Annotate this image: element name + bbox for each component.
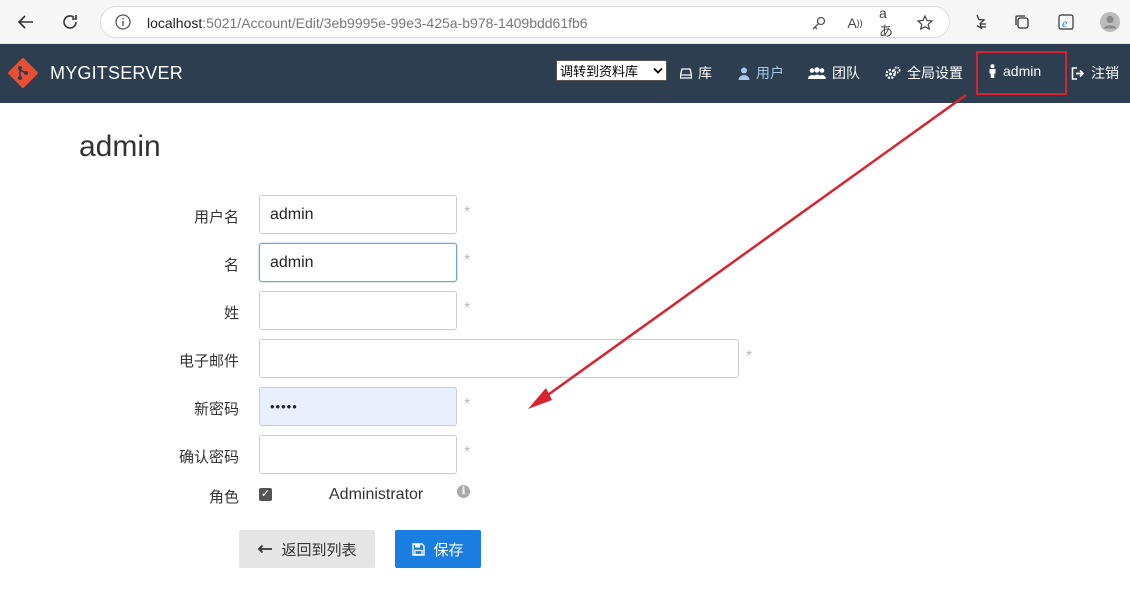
user-icon <box>738 67 750 80</box>
profile-avatar-icon[interactable] <box>1096 8 1124 36</box>
info-icon[interactable] <box>115 14 131 35</box>
nav-users[interactable]: 用户 <box>738 63 784 83</box>
collections-icon[interactable] <box>1008 8 1036 36</box>
surname-label: 姓 <box>223 305 239 322</box>
translate-icon[interactable]: aあ <box>879 5 899 39</box>
confirm-password-label: 确认密码 <box>178 449 239 466</box>
given-name-label: 名 <box>223 257 239 274</box>
repository-jump-select[interactable]: 调转到资料库 <box>556 60 667 81</box>
sign-out-icon <box>1071 66 1085 80</box>
edge-ie-mode-icon[interactable]: e <box>1052 8 1080 36</box>
back-arrow-icon[interactable] <box>12 8 40 36</box>
app-navbar: MYGITSERVER 调转到资料库 库 用户 团队 全局设置 admin 注销 <box>0 44 1130 103</box>
new-password-input[interactable]: ••••• <box>259 387 457 426</box>
administrator-checkbox[interactable]: ✓ <box>259 488 272 501</box>
nav-logout[interactable]: 注销 <box>1071 63 1119 83</box>
browser-toolbar: localhost:5021/Account/Edit/3eb9995e-99e… <box>0 0 1130 44</box>
username-input[interactable]: admin <box>259 195 457 234</box>
administrator-option-label[interactable]: Administrator <box>329 486 423 504</box>
save-button[interactable]: 保存 <box>395 530 481 568</box>
hdd-icon <box>680 68 692 79</box>
nav-teams[interactable]: 团队 <box>808 63 860 83</box>
chevron-down-icon <box>653 67 663 74</box>
info-circle-icon[interactable]: i <box>457 485 470 498</box>
svg-text:e: e <box>1062 16 1068 30</box>
nav-global-settings[interactable]: 全局设置 <box>885 63 963 83</box>
page-title: admin <box>79 130 161 163</box>
required-mark: * <box>746 348 753 365</box>
role-label: 角色 <box>208 489 239 506</box>
nav-repos[interactable]: 库 <box>680 63 712 83</box>
email-label: 电子邮件 <box>178 353 239 370</box>
key-icon[interactable] <box>809 13 829 33</box>
read-aloud-icon[interactable]: A)) <box>845 13 865 33</box>
favorite-add-icon[interactable] <box>915 13 935 33</box>
cogs-icon <box>885 66 901 80</box>
required-mark: * <box>464 300 471 317</box>
url-text[interactable]: localhost:5021/Account/Edit/3eb9995e-99e… <box>147 15 588 31</box>
annotation-highlight-box <box>976 51 1067 95</box>
surname-input[interactable] <box>259 291 457 330</box>
floppy-disk-icon <box>412 542 426 556</box>
users-icon <box>808 66 826 79</box>
address-bar[interactable]: localhost:5021/Account/Edit/3eb9995e-99e… <box>100 5 950 39</box>
confirm-password-input[interactable] <box>259 435 457 474</box>
brand-name: MYGITSERVER <box>50 62 183 83</box>
arrow-left-icon <box>258 544 273 554</box>
required-mark: * <box>464 396 471 413</box>
refresh-icon[interactable] <box>56 8 84 36</box>
given-name-input[interactable]: admin <box>259 243 457 282</box>
favorites-icon[interactable] <box>964 8 992 36</box>
required-mark: * <box>464 252 471 269</box>
email-input[interactable] <box>259 339 739 378</box>
new-password-label: 新密码 <box>193 401 239 418</box>
required-mark: * <box>464 444 471 461</box>
git-logo-icon <box>8 58 38 88</box>
brand[interactable]: MYGITSERVER <box>8 58 183 88</box>
required-mark: * <box>464 204 471 221</box>
username-label: 用户名 <box>193 209 239 226</box>
back-to-list-button[interactable]: 返回到列表 <box>239 530 375 568</box>
